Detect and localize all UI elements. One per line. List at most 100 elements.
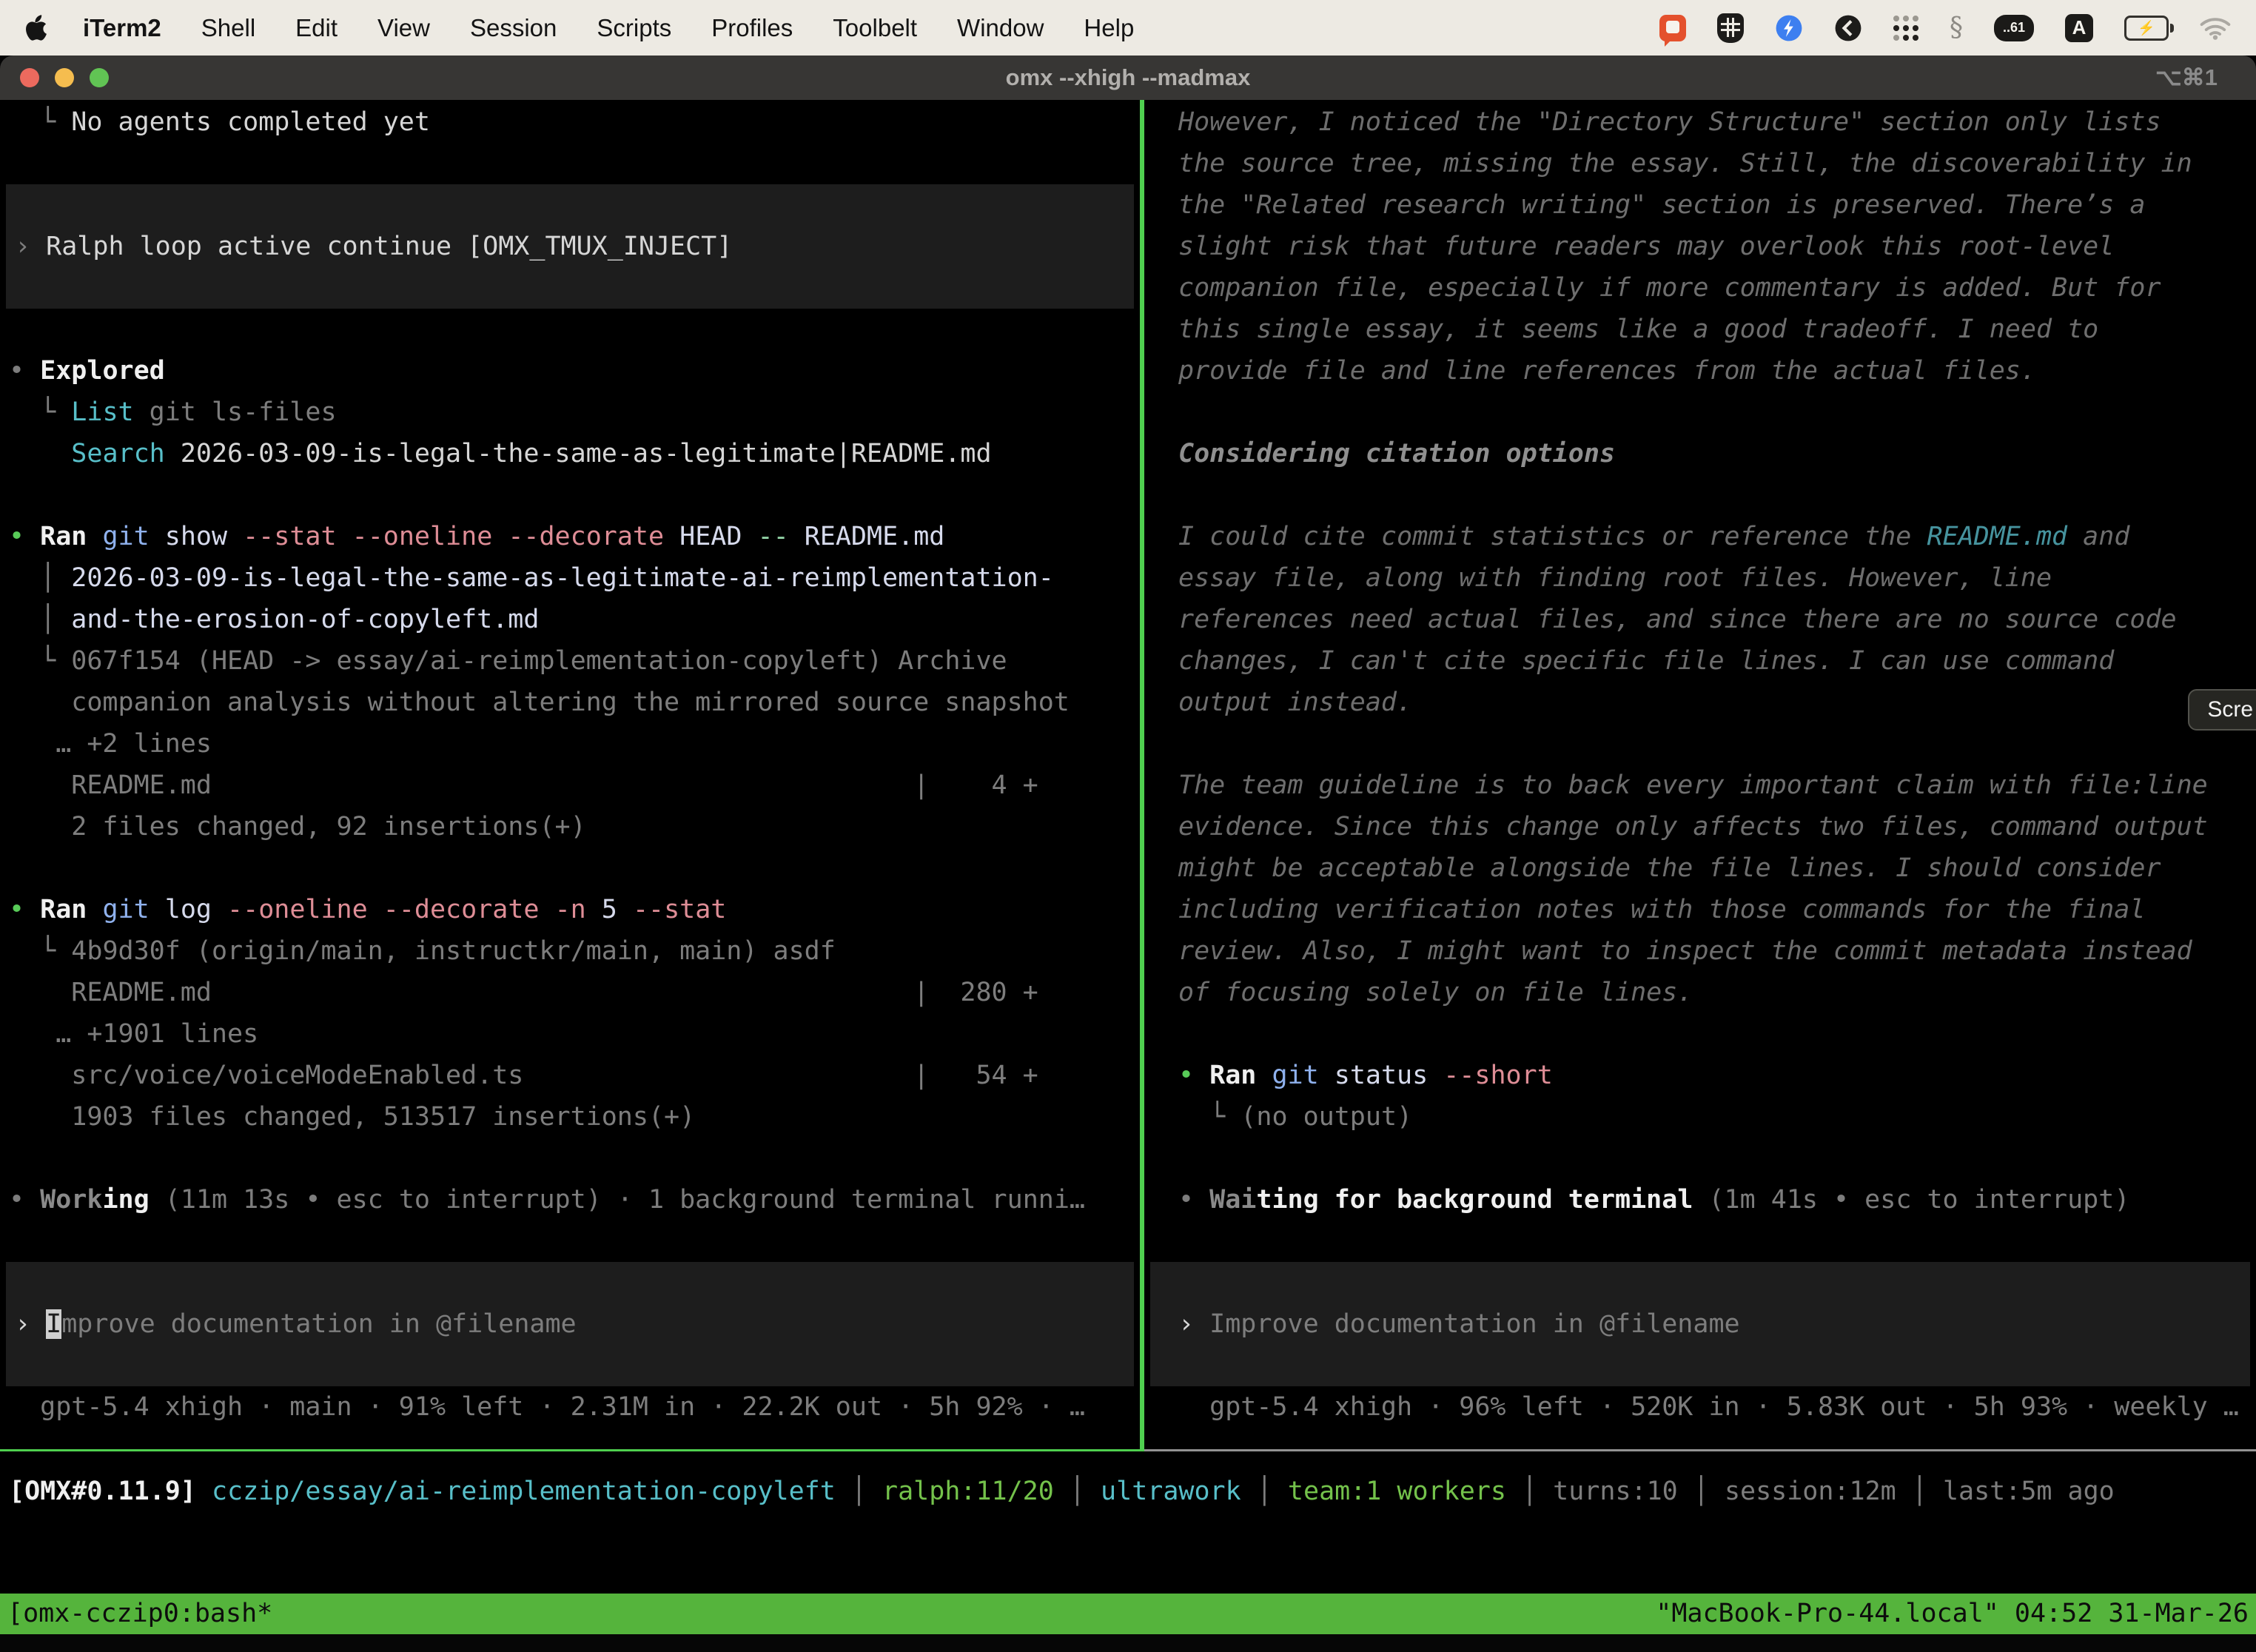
terminal-line: src/voice/voiceModeEnabled.ts | 54 + xyxy=(0,1055,1140,1096)
omx-status-pane: [OMX#0.11.9] cczip/essay/ai-reimplementa… xyxy=(0,1451,2256,1594)
terminal-line: including verification notes with those … xyxy=(1144,889,2256,930)
window-title: omx --xhigh --madmax xyxy=(0,64,2256,91)
command-line: • Ran git log --oneline --decorate -n 5 … xyxy=(0,889,1140,930)
menu-item-session[interactable]: Session xyxy=(470,14,557,42)
wifi-icon[interactable] xyxy=(2200,16,2231,40)
terminal-line: Search 2026-03-09-is-legal-the-same-as-l… xyxy=(0,433,1140,474)
terminal-line: 1903 files changed, 513517 insertions(+) xyxy=(0,1096,1140,1138)
command-line: • Ran git status --short xyxy=(1144,1055,2256,1096)
terminal-line: this single essay, it seems like a good … xyxy=(1144,309,2256,350)
waiting-status-line: • Waiting for background terminal (1m 41… xyxy=(1144,1179,2256,1220)
terminal-line xyxy=(0,1220,1140,1262)
terminal-line: │ and-the-erosion-of-copyleft.md xyxy=(0,599,1140,640)
menu-item-scripts[interactable]: Scripts xyxy=(597,14,671,42)
dark-chevron-icon[interactable] xyxy=(1834,14,1862,42)
terminal-line: └ 067f154 (HEAD -> essay/ai-reimplementa… xyxy=(0,640,1140,682)
session-status-line: gpt-5.4 xhigh · main · 91% left · 2.31M … xyxy=(0,1386,1140,1428)
battery-badge-icon[interactable]: ..61 xyxy=(1994,15,2034,41)
macos-menu-bar: iTerm2 Shell Edit View Session Scripts Profile… xyxy=(0,0,2256,56)
omx-status-line: [OMX#0.11.9] cczip/essay/ai-reimplementa… xyxy=(0,1471,2256,1512)
tmux-session-label[interactable]: [omx-cczip0:bash* xyxy=(7,1594,272,1634)
menu-items: iTerm2 Shell Edit View Session Scripts Profile… xyxy=(83,14,1134,42)
terminal-line: • Explored xyxy=(0,350,1140,392)
terminal-line xyxy=(0,143,1140,184)
terminal-line xyxy=(0,847,1140,889)
terminal-line: review. Also, I might want to inspect th… xyxy=(1144,930,2256,972)
terminal-line: However, I noticed the "Directory Struct… xyxy=(1144,101,2256,143)
terminal-line: │ 2026-03-09-is-legal-the-same-as-legiti… xyxy=(0,557,1140,599)
blue-bolt-icon[interactable] xyxy=(1775,14,1803,42)
terminal-line xyxy=(1144,1013,2256,1055)
terminal-line: might be acceptable alongside the file l… xyxy=(1144,847,2256,889)
battery-icon[interactable]: ⚡ xyxy=(2124,16,2169,41)
input-box-row[interactable] xyxy=(6,1345,1134,1386)
menu-item-view[interactable]: View xyxy=(377,14,430,42)
terminal-line: … +2 lines xyxy=(0,723,1140,765)
terminal-line: companion file, especially if more comme… xyxy=(1144,267,2256,309)
terminal-line: the source tree, missing the essay. Stil… xyxy=(1144,143,2256,184)
menu-item-shell[interactable]: Shell xyxy=(201,14,255,42)
working-status-line: • Working (11m 13s • esc to interrupt) ·… xyxy=(0,1179,1140,1220)
command-line: • Ran git show --stat --oneline --decora… xyxy=(0,516,1140,557)
input-box-row[interactable] xyxy=(1150,1345,2250,1386)
prompt-input[interactable]: › Improve documentation in @filename xyxy=(6,1303,1134,1345)
terminal-line xyxy=(0,1138,1140,1179)
input-box-row xyxy=(6,184,1134,226)
squiggle-icon[interactable]: § xyxy=(1950,13,1963,43)
menu-status-icons: § ..61 A ⚡ xyxy=(1659,13,2231,43)
window-title-bar[interactable]: omx --xhigh --madmax ⌥⌘1 xyxy=(0,56,2256,100)
screen-tooltip: Scre xyxy=(2188,689,2256,731)
tmux-panes: └ No agents completed yet › Ralph loop ac… xyxy=(0,100,2256,1449)
apple-menu-icon[interactable] xyxy=(25,13,50,43)
terminal-line: └ 4b9d30f (origin/main, instructkr/main,… xyxy=(0,930,1140,972)
reasoning-heading: Considering citation options xyxy=(1144,433,2256,474)
terminal-line: README.md | 4 + xyxy=(0,765,1140,806)
terminal-line: README.md | 280 + xyxy=(0,972,1140,1013)
menu-item-window[interactable]: Window xyxy=(957,14,1044,42)
terminal-line: companion analysis without altering the … xyxy=(0,682,1140,723)
input-box-row xyxy=(6,267,1134,309)
bottom-strip xyxy=(0,1634,2256,1652)
terminal-line: The team guideline is to back every impo… xyxy=(1144,765,2256,806)
terminal-line xyxy=(1144,474,2256,516)
prompt-input[interactable]: › Improve documentation in @filename xyxy=(1150,1303,2250,1345)
right-terminal-pane[interactable]: However, I noticed the "Directory Struct… xyxy=(1144,100,2256,1449)
tmux-host-clock: "MacBook-Pro-44.local" 04:52 31-Mar-26 xyxy=(1656,1594,2249,1634)
a-tile-icon[interactable]: A xyxy=(2065,14,2093,42)
tmux-status-bar: [omx-cczip0:bash* "MacBook-Pro-44.local"… xyxy=(0,1594,2256,1634)
terminal-line: 2 files changed, 92 insertions(+) xyxy=(0,806,1140,847)
shield-grid-icon[interactable] xyxy=(1717,13,1744,43)
menu-item-iterm2[interactable]: iTerm2 xyxy=(83,14,161,42)
terminal-line xyxy=(1144,1220,2256,1262)
terminal-line: output instead. xyxy=(1144,682,2256,723)
terminal-line xyxy=(1144,392,2256,433)
terminal-line: └ List git ls-files xyxy=(0,392,1140,433)
left-terminal-pane[interactable]: └ No agents completed yet › Ralph loop ac… xyxy=(0,100,1140,1449)
terminal-line: └ No agents completed yet xyxy=(0,101,1140,143)
terminal-line xyxy=(0,309,1140,350)
terminal-line xyxy=(0,474,1140,516)
terminal-line: essay file, along with finding root file… xyxy=(1144,557,2256,599)
terminal-line xyxy=(1144,1138,2256,1179)
dots-grid-icon[interactable] xyxy=(1893,16,1918,41)
terminal-line xyxy=(1144,723,2256,765)
terminal-line: the "Related research writing" section i… xyxy=(1144,184,2256,226)
terminal-line: I could cite commit statistics or refere… xyxy=(1144,516,2256,557)
window-shortcut-hint: ⌥⌘1 xyxy=(2155,64,2218,91)
chat-app-icon[interactable] xyxy=(1659,15,1686,41)
injected-prompt-line: › Ralph loop active continue [OMX_TMUX_I… xyxy=(6,226,1134,267)
menu-item-edit[interactable]: Edit xyxy=(295,14,338,42)
terminal-line: evidence. Since this change only affects… xyxy=(1144,806,2256,847)
input-box-row[interactable] xyxy=(6,1262,1134,1303)
menu-item-profiles[interactable]: Profiles xyxy=(711,14,793,42)
terminal-line: references need actual files, and since … xyxy=(1144,599,2256,640)
terminal-line: of focusing solely on file lines. xyxy=(1144,972,2256,1013)
terminal-line: … +1901 lines xyxy=(0,1013,1140,1055)
menu-item-help[interactable]: Help xyxy=(1084,14,1134,42)
input-box-row[interactable] xyxy=(1150,1262,2250,1303)
menu-item-toolbelt[interactable]: Toolbelt xyxy=(833,14,917,42)
terminal-line: provide file and line references from th… xyxy=(1144,350,2256,392)
session-status-line: gpt-5.4 xhigh · 96% left · 520K in · 5.8… xyxy=(1144,1386,2256,1428)
terminal-line: └ (no output) xyxy=(1144,1096,2256,1138)
terminal-line: changes, I can't cite specific file line… xyxy=(1144,640,2256,682)
